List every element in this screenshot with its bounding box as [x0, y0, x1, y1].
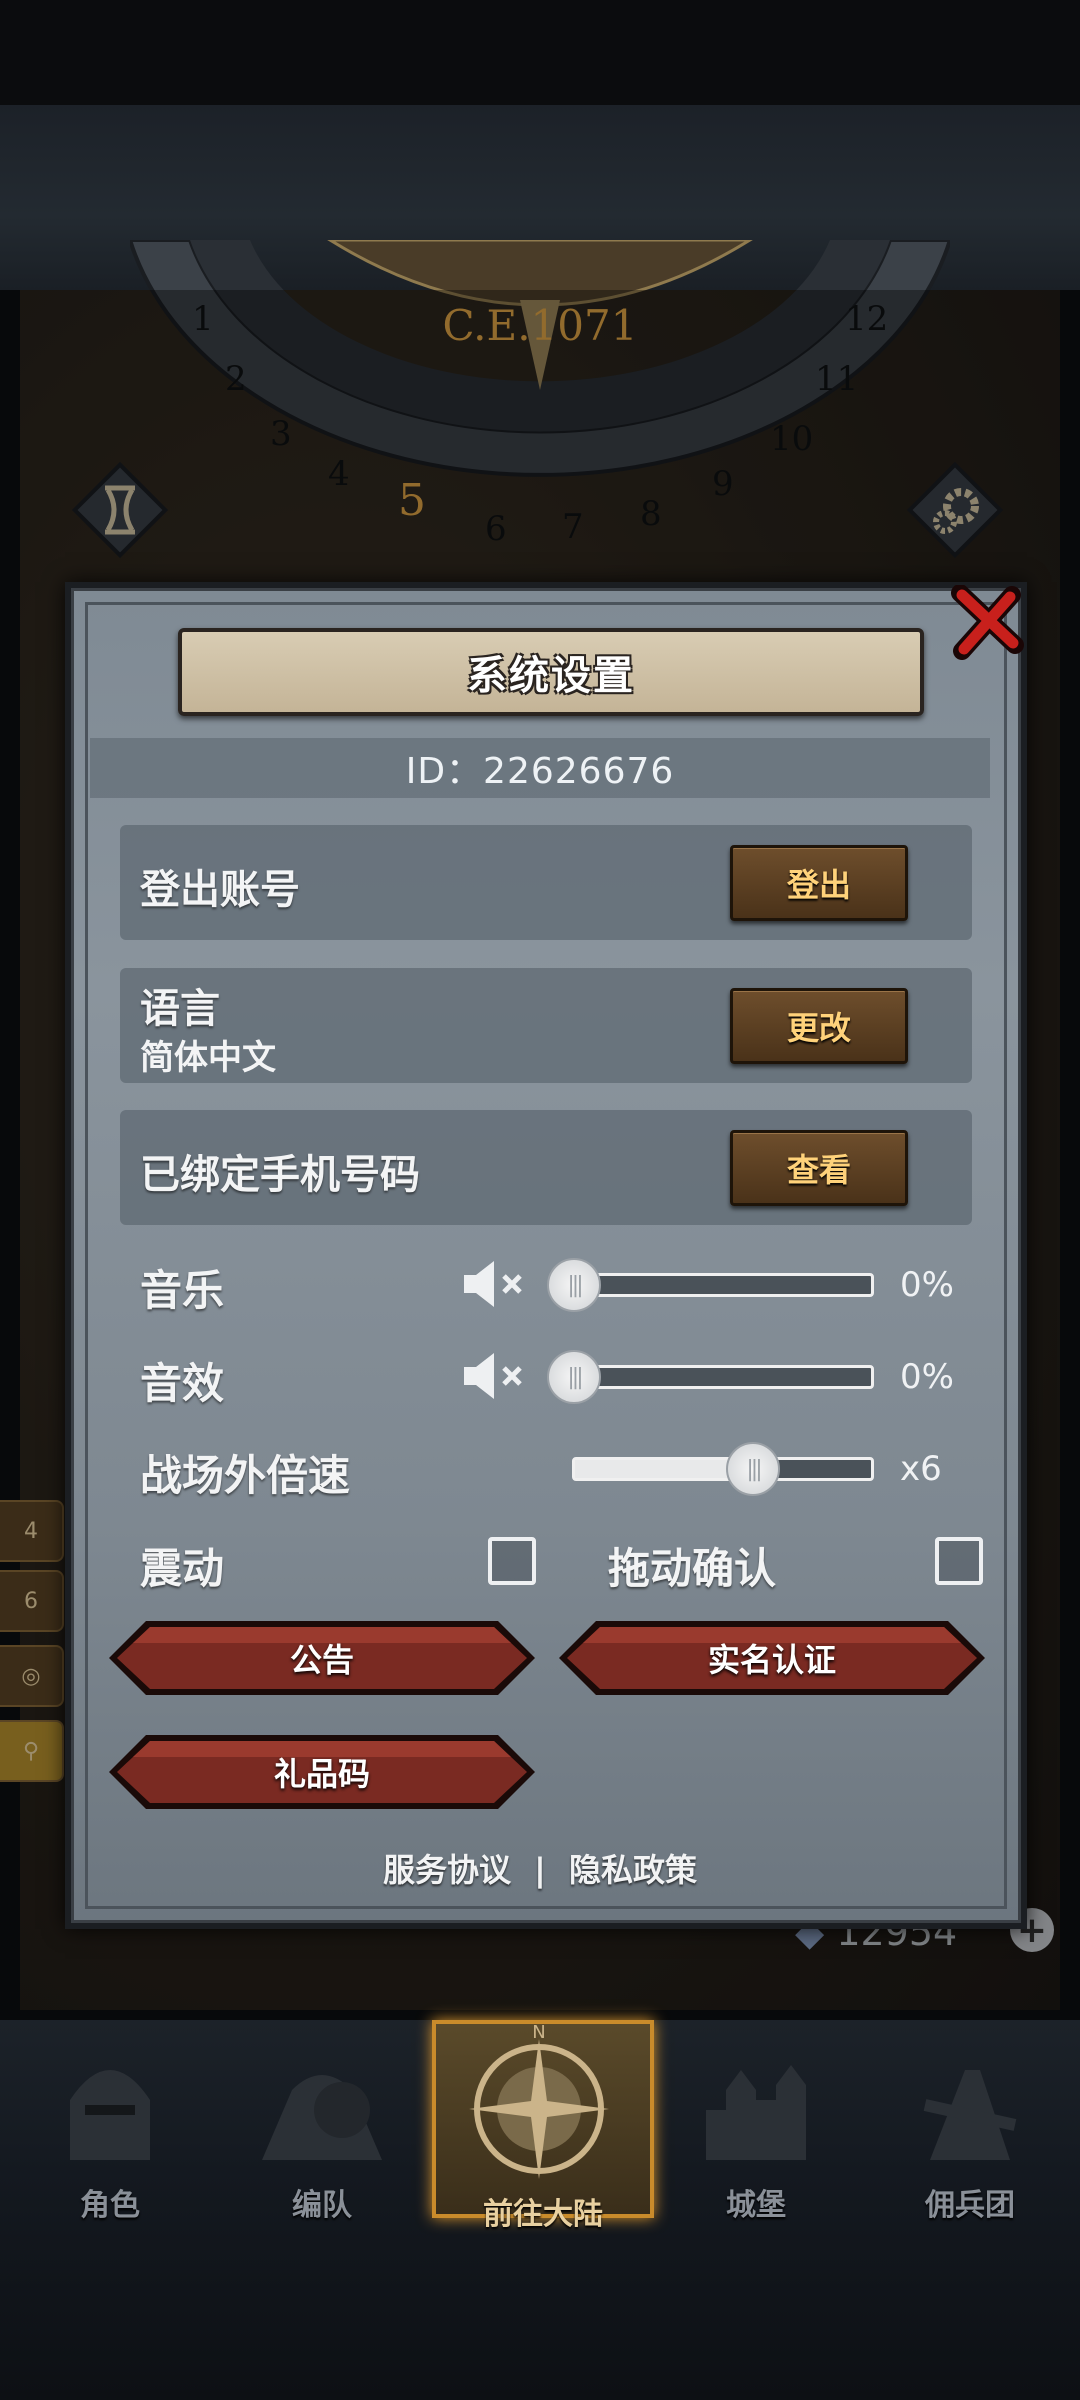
drag-confirm-label: 拖动确认 — [608, 1544, 777, 1593]
dialog-inner-border — [85, 602, 1007, 1909]
logout-button[interactable]: 登出 — [730, 845, 908, 921]
close-icon[interactable] — [950, 585, 1025, 660]
nav-mercenary[interactable]: 佣兵团 — [870, 2030, 1070, 2223]
player-id: ID：22626676 — [90, 738, 990, 798]
language-value: 简体中文 — [140, 1038, 276, 1078]
nav-mercenary-label: 佣兵团 — [925, 2188, 1015, 2223]
nav-role-label: 角色 — [80, 2188, 140, 2223]
nav-team-label: 编队 — [292, 2188, 352, 2223]
nav-castle[interactable]: 城堡 — [656, 2030, 856, 2223]
castle-icon — [706, 2065, 806, 2160]
realname-label: 实名认证 — [707, 1641, 836, 1679]
sfx-value: 0% — [900, 1357, 954, 1397]
privacy-policy-link[interactable]: 隐私政策 — [569, 1851, 697, 1889]
knight-helmet-icon — [70, 2070, 150, 2160]
nav-continent-label: 前往大陆 — [483, 2197, 603, 2232]
view-phone-button[interactable]: 查看 — [730, 1130, 908, 1206]
change-language-button[interactable]: 更改 — [730, 988, 908, 1064]
nav-continent[interactable]: N 前往大陆 — [432, 2020, 654, 2232]
service-agreement-link[interactable]: 服务协议 — [383, 1851, 511, 1889]
music-label: 音乐 — [140, 1266, 225, 1315]
logout-row: 登出账号 登出 — [120, 825, 972, 940]
vibration-checkbox[interactable] — [488, 1537, 536, 1585]
nav-castle-label: 城堡 — [726, 2188, 786, 2223]
nav-role[interactable]: 角色 — [10, 2030, 210, 2223]
logout-label: 登出账号 — [140, 867, 300, 913]
notice-label: 公告 — [289, 1641, 354, 1679]
nav-team[interactable]: 编队 — [222, 2030, 422, 2223]
sfx-label: 音效 — [140, 1359, 225, 1408]
speed-value: x6 — [900, 1449, 942, 1489]
svg-text:N: N — [532, 2024, 545, 2043]
language-row: 语言 简体中文 更改 — [120, 968, 972, 1083]
mercenary-icon — [923, 2070, 1017, 2160]
drag-confirm-checkbox[interactable] — [935, 1537, 983, 1585]
notice-button[interactable]: 公告 — [106, 1618, 538, 1698]
music-slider-handle[interactable]: ||| — [547, 1258, 601, 1312]
sfx-slider[interactable] — [572, 1365, 874, 1389]
music-value: 0% — [900, 1265, 954, 1305]
sfx-slider-handle[interactable]: ||| — [547, 1350, 601, 1404]
music-mute-icon[interactable] — [460, 1258, 530, 1310]
speed-slider[interactable] — [572, 1457, 874, 1481]
dialog-title: 系统设置 — [467, 653, 635, 699]
link-separator: | — [534, 1851, 546, 1889]
sfx-mute-icon[interactable] — [460, 1350, 530, 1402]
phone-binding-row: 已绑定手机号码 查看 — [120, 1110, 972, 1225]
vibration-label: 震动 — [140, 1544, 225, 1593]
realname-verification-button[interactable]: 实名认证 — [556, 1618, 988, 1698]
language-label: 语言 — [140, 986, 220, 1032]
speed-label: 战场外倍速 — [140, 1451, 351, 1500]
top-status-area — [0, 0, 1080, 105]
gift-code-label: 礼品码 — [273, 1755, 370, 1793]
gift-code-button[interactable]: 礼品码 — [106, 1732, 538, 1812]
speed-slider-handle[interactable]: ||| — [726, 1442, 780, 1496]
phone-binding-label: 已绑定手机号码 — [140, 1152, 420, 1198]
compass-icon: N — [469, 2022, 609, 2179]
dialog-title-plate: 系统设置 — [178, 628, 924, 716]
music-slider[interactable] — [572, 1273, 874, 1297]
legal-links: 服务协议 | 隐私政策 — [0, 1845, 1080, 1891]
team-icon — [262, 2075, 382, 2160]
